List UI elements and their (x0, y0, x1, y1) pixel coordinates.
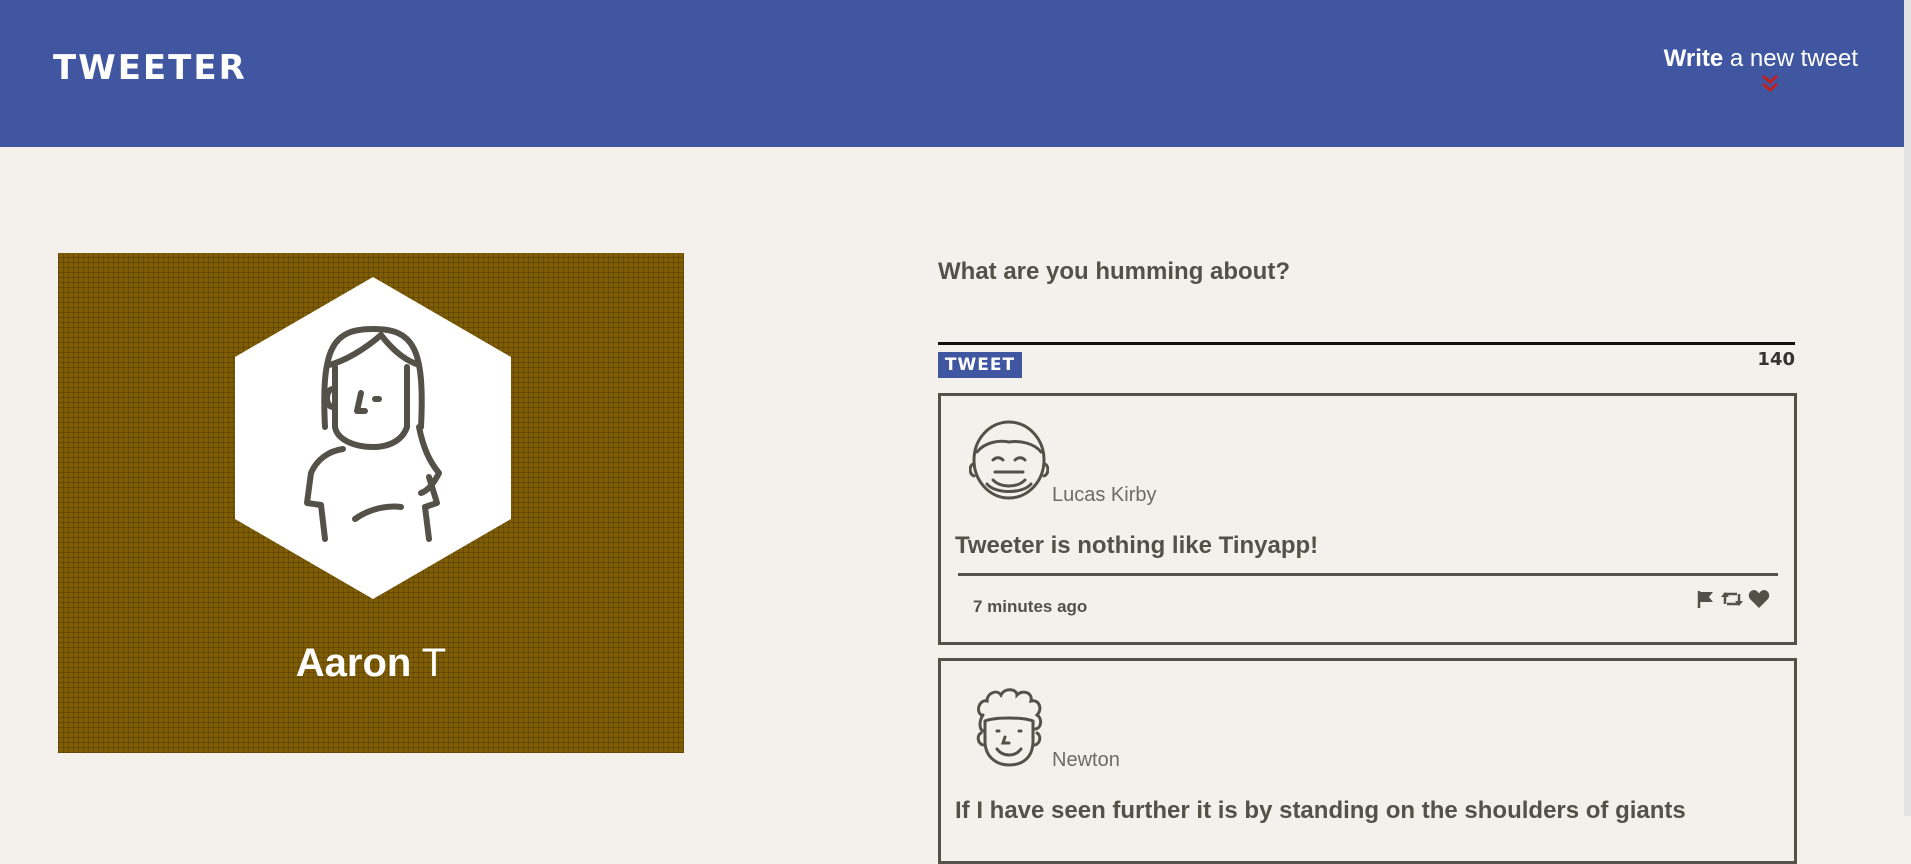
compose-prompt[interactable]: What are you humming about? (938, 258, 1290, 286)
tweet-content: Tweeter is nothing like Tinyapp! (955, 532, 1319, 559)
write-tweet-toggle[interactable]: Write a new tweet (1664, 44, 1858, 74)
top-nav: TWEETER Write a new tweet (0, 0, 1904, 147)
tweet-submit-button[interactable]: TWEET (938, 352, 1022, 378)
profile-name: Aaron T (58, 641, 684, 686)
double-chevron-down-icon[interactable] (1760, 73, 1780, 95)
profile-last-name: T (421, 641, 447, 685)
profile-avatar (235, 277, 511, 599)
user-avatar (976, 688, 1043, 767)
compose-bold-label: Write (1663, 45, 1724, 72)
tweet-author: Newton (1052, 749, 1120, 771)
user-avatar (969, 420, 1049, 500)
heart-icon[interactable] (1748, 589, 1770, 609)
tweet-content: If I have seen further it is by standing… (955, 797, 1686, 824)
tweet-author: Lucas Kirby (1052, 484, 1157, 506)
tweet-timestamp: 7 minutes ago (973, 597, 1088, 616)
retweet-icon[interactable] (1720, 589, 1744, 609)
flag-icon[interactable] (1696, 589, 1716, 609)
tweet-card: Newton If I have seen further it is by s… (938, 658, 1797, 864)
tweet-actions (1696, 589, 1770, 609)
brand-logo[interactable]: TWEETER (53, 48, 247, 88)
profile-first-name: Aaron (295, 641, 412, 685)
compose-label: a new tweet (1723, 45, 1858, 72)
tweet-divider (958, 573, 1778, 576)
tweet-card: Lucas Kirby Tweeter is nothing like Tiny… (938, 393, 1797, 645)
profile-card: Aaron T (58, 253, 684, 753)
compose-textarea-underline[interactable] (938, 342, 1795, 345)
char-counter: 140 (1757, 349, 1795, 370)
page-scrollbar[interactable] (1904, 0, 1911, 816)
